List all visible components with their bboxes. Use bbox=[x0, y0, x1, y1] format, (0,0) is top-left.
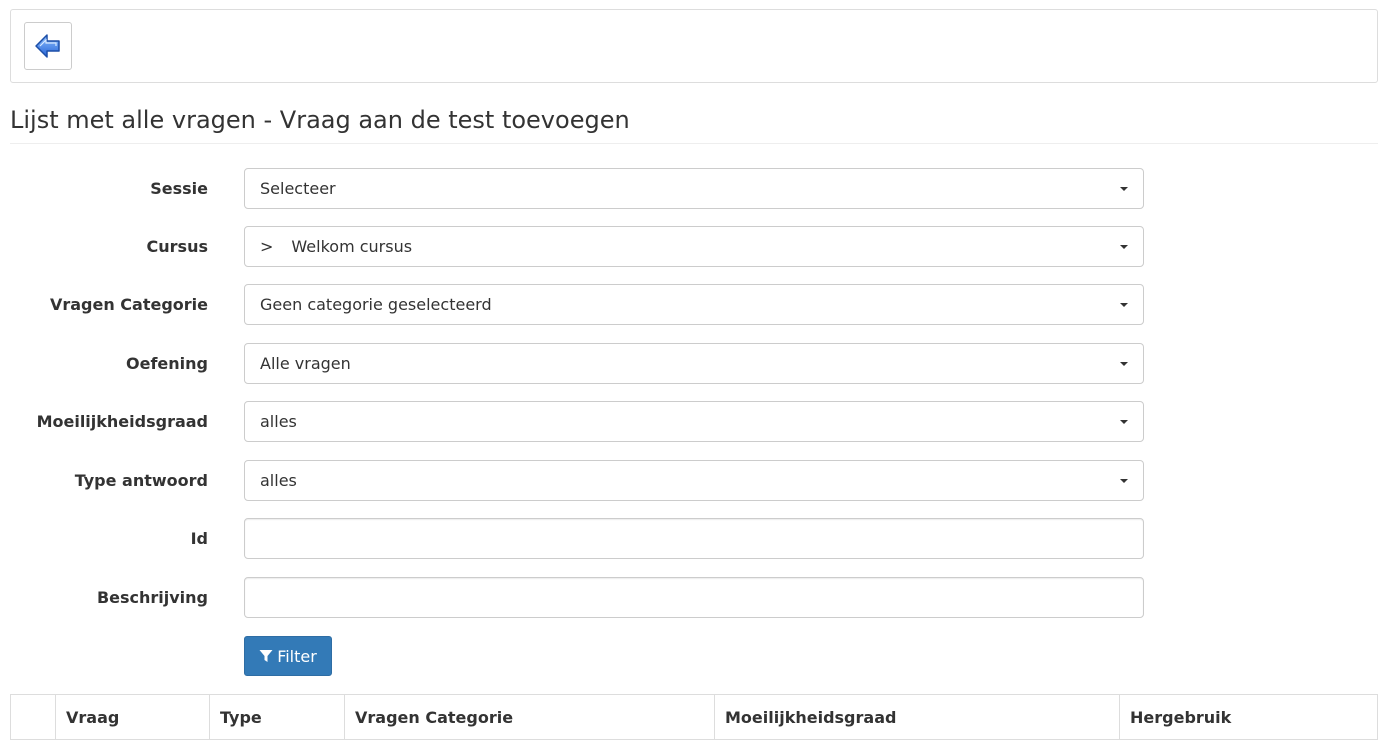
form-row-oefening: Oefening Alle vragen bbox=[0, 343, 1387, 384]
back-arrow-icon bbox=[35, 34, 60, 58]
form-row-id: Id bbox=[0, 518, 1387, 559]
column-header-vraag[interactable]: Vraag bbox=[56, 695, 210, 739]
filter-button-label: Filter bbox=[277, 646, 317, 666]
caret-down-icon bbox=[1120, 187, 1128, 191]
filter-button[interactable]: Filter bbox=[244, 636, 332, 676]
title-divider bbox=[10, 143, 1378, 144]
column-header-categorie[interactable]: Vragen Categorie bbox=[345, 695, 715, 739]
form-row-cursus: Cursus > Welkom cursus bbox=[0, 226, 1387, 267]
caret-down-icon bbox=[1120, 420, 1128, 424]
sessie-value: Selecteer bbox=[260, 179, 336, 198]
column-header-select[interactable] bbox=[11, 695, 56, 739]
type-value: alles bbox=[260, 471, 297, 490]
cursus-select[interactable]: > Welkom cursus bbox=[244, 226, 1144, 267]
toolbar bbox=[10, 9, 1378, 83]
form-row-sessie: Sessie Selecteer bbox=[0, 168, 1387, 209]
cursus-value: Welkom cursus bbox=[291, 237, 413, 256]
id-label: Id bbox=[190, 529, 208, 548]
moeilijkheid-value: alles bbox=[260, 412, 297, 431]
filter-icon bbox=[259, 650, 273, 662]
type-select[interactable]: alles bbox=[244, 460, 1144, 501]
sessie-select[interactable]: Selecteer bbox=[244, 168, 1144, 209]
form-row-type: Type antwoord alles bbox=[0, 460, 1387, 501]
oefening-label: Oefening bbox=[126, 354, 208, 373]
back-button[interactable] bbox=[24, 22, 72, 70]
oefening-select[interactable]: Alle vragen bbox=[244, 343, 1144, 384]
caret-down-icon bbox=[1120, 245, 1128, 249]
sessie-label: Sessie bbox=[150, 179, 208, 198]
questions-table-header: Vraag Type Vragen Categorie Moeilijkheid… bbox=[10, 694, 1378, 740]
form-row-categorie: Vragen Categorie Geen categorie geselect… bbox=[0, 284, 1387, 325]
categorie-label: Vragen Categorie bbox=[49, 295, 208, 314]
column-header-moeilijkheid[interactable]: Moeilijkheidsgraad bbox=[715, 695, 1120, 739]
column-header-type[interactable]: Type bbox=[210, 695, 345, 739]
caret-down-icon bbox=[1120, 303, 1128, 307]
beschrijving-label: Beschrijving bbox=[96, 588, 208, 607]
categorie-value: Geen categorie geselecteerd bbox=[260, 295, 492, 314]
caret-down-icon bbox=[1120, 362, 1128, 366]
type-label: Type antwoord bbox=[74, 471, 208, 490]
form-row-beschrijving: Beschrijving bbox=[0, 577, 1387, 618]
moeilijkheid-select[interactable]: alles bbox=[244, 401, 1144, 442]
beschrijving-input[interactable] bbox=[244, 577, 1144, 618]
cursus-prefix: > bbox=[260, 237, 274, 256]
form-row-moeilijkheid: Moeilijkheidsgraad alles bbox=[0, 401, 1387, 442]
id-input[interactable] bbox=[244, 518, 1144, 559]
column-header-hergebruik[interactable]: Hergebruik bbox=[1120, 695, 1377, 739]
caret-down-icon bbox=[1120, 479, 1128, 483]
page-title: Lijst met alle vragen - Vraag aan de tes… bbox=[10, 106, 630, 134]
moeilijkheid-label: Moeilijkheidsgraad bbox=[36, 412, 208, 431]
cursus-label: Cursus bbox=[146, 237, 208, 256]
categorie-select[interactable]: Geen categorie geselecteerd bbox=[244, 284, 1144, 325]
oefening-value: Alle vragen bbox=[260, 354, 351, 373]
